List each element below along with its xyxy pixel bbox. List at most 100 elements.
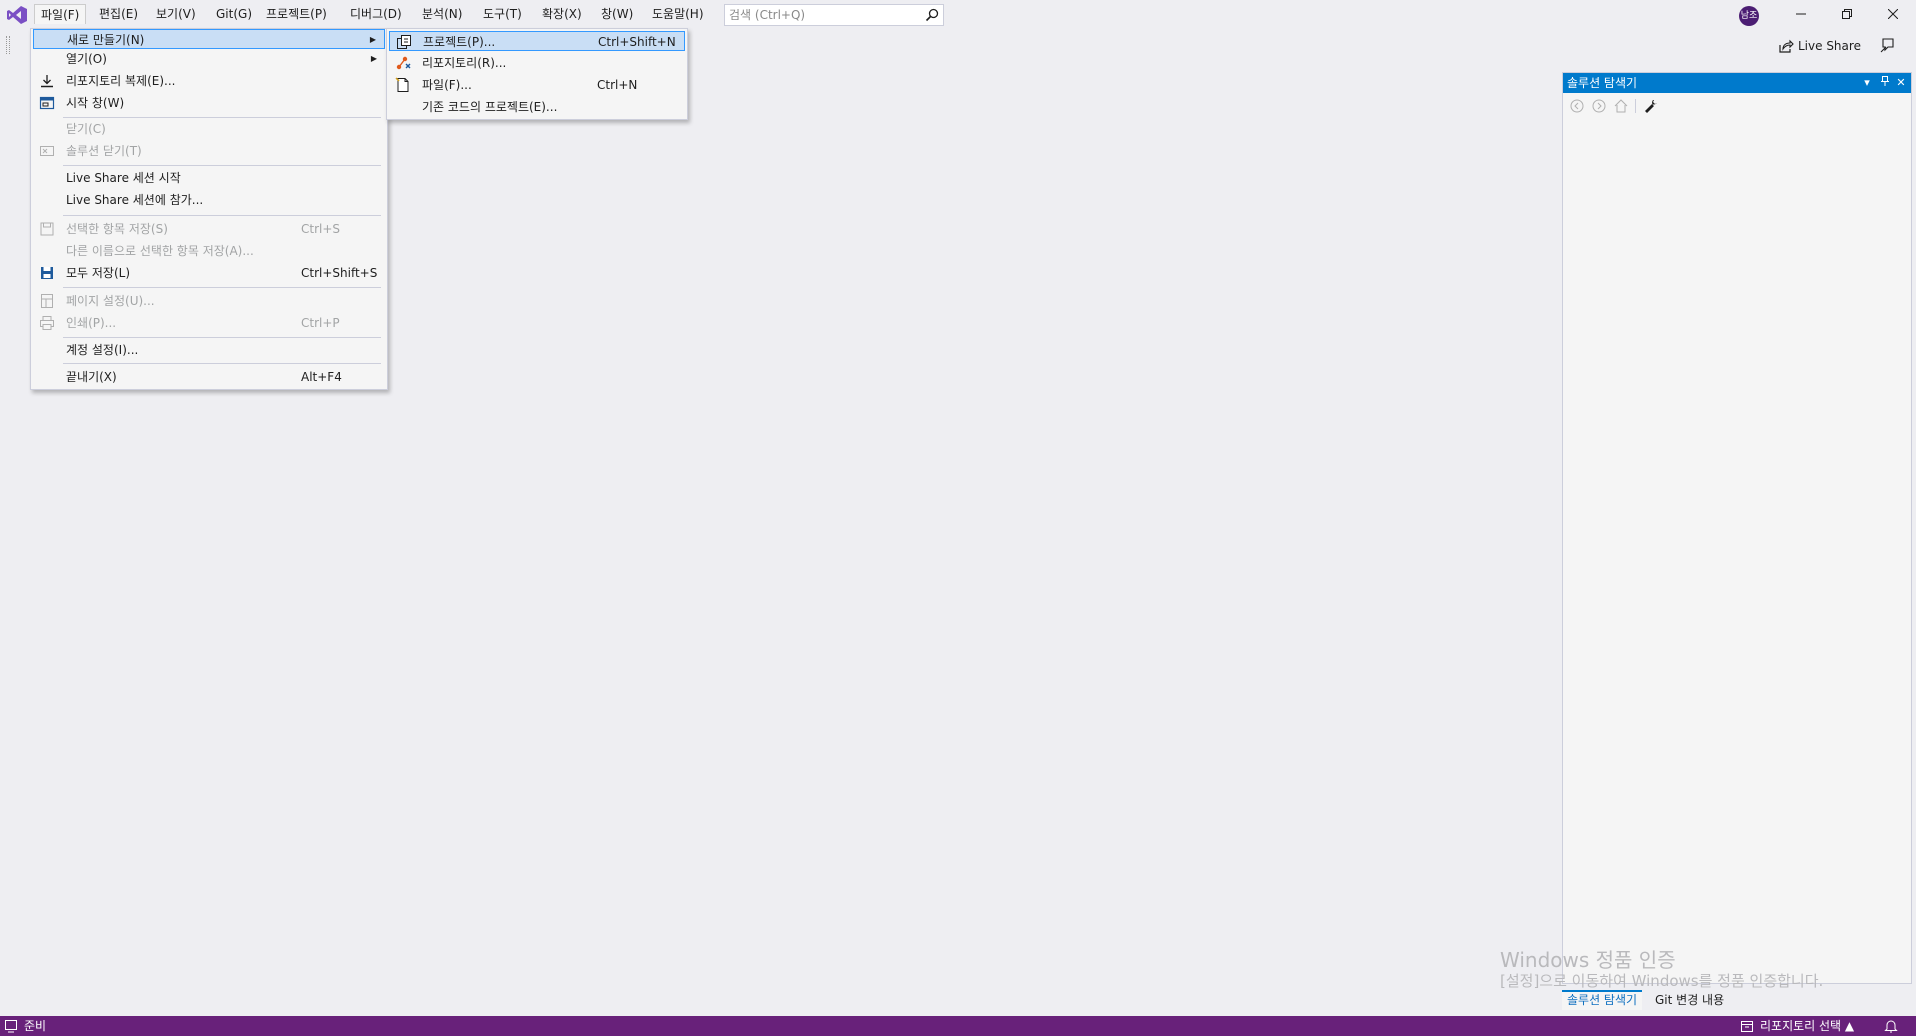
panel-title: 솔루션 탐색기 xyxy=(1567,76,1638,90)
shortcut-label: Alt+F4 xyxy=(301,370,342,384)
search-box[interactable] xyxy=(724,4,944,26)
menu-help[interactable]: 도움말(H) xyxy=(646,4,710,24)
shortcut-label: Ctrl+P xyxy=(301,316,340,330)
solution-explorer-title-bar[interactable]: 솔루션 탐색기 ▾ ✕ xyxy=(1563,73,1911,93)
menu-separator xyxy=(63,287,381,288)
menu-item-live-share-join[interactable]: Live Share 세션에 참가... xyxy=(33,190,385,210)
menu-item-start-window[interactable]: 시작 창(W) xyxy=(33,93,385,113)
menu-separator xyxy=(63,165,381,166)
toolbar-grip[interactable] xyxy=(6,36,10,54)
menu-project[interactable]: 프로젝트(P) xyxy=(260,4,333,24)
menu-item-clone-repository[interactable]: 리포지토리 복제(E)... xyxy=(33,71,385,91)
activation-watermark-title: Windows 정품 인증 xyxy=(1500,948,1676,972)
menu-item-label: 솔루션 닫기(T) xyxy=(66,144,142,158)
avatar[interactable]: 남조 xyxy=(1739,6,1759,26)
submenu-item-new-repository[interactable]: 리포지토리(R)... xyxy=(389,53,685,73)
menu-item-label: 인쇄(P)... xyxy=(66,316,117,330)
shortcut-label: Ctrl+Shift+S xyxy=(301,266,378,280)
live-share-label: Live Share xyxy=(1798,39,1861,53)
forward-icon[interactable] xyxy=(1591,98,1607,114)
close-icon[interactable]: ✕ xyxy=(1893,73,1909,93)
menu-item-page-setup[interactable]: 페이지 설정(U)... xyxy=(33,291,385,311)
notification-bell-icon[interactable] xyxy=(1884,1019,1898,1033)
menu-extensions[interactable]: 확장(X) xyxy=(536,4,588,24)
menu-separator xyxy=(63,117,381,118)
home-icon[interactable] xyxy=(1613,98,1629,114)
submenu-item-new-file[interactable]: 파일(F)... Ctrl+N xyxy=(389,75,685,95)
tab-git-changes[interactable]: Git 변경 내용 xyxy=(1650,990,1729,1010)
menu-item-save-all[interactable]: 모두 저장(L) Ctrl+Shift+S xyxy=(33,263,385,283)
submenu-item-new-project[interactable]: 프로젝트(P)... Ctrl+Shift+N xyxy=(389,31,685,51)
submenu-item-project-from-existing[interactable]: 기존 코드의 프로젝트(E)... xyxy=(389,97,685,117)
shortcut-label: Ctrl+N xyxy=(597,78,638,92)
menu-item-label: Live Share 세션에 참가... xyxy=(66,193,204,207)
menu-item-save-selected[interactable]: 선택한 항목 저장(S) Ctrl+S xyxy=(33,219,385,239)
menu-edit[interactable]: 편집(E) xyxy=(93,4,144,24)
repository-select-label: 리포지토리 선택 ▲ xyxy=(1760,1019,1855,1033)
menu-item-open[interactable]: 열기(O) ▶ xyxy=(33,49,385,69)
close-solution-icon xyxy=(40,146,54,156)
menu-analyze[interactable]: 분석(N) xyxy=(416,4,468,24)
search-input[interactable] xyxy=(729,7,919,23)
git-repository-icon xyxy=(396,56,411,70)
menu-window[interactable]: 창(W) xyxy=(595,4,639,24)
menu-item-account-settings[interactable]: 계정 설정(I)... xyxy=(33,340,385,360)
menu-item-label: 리포지토리(R)... xyxy=(422,56,507,70)
menu-separator xyxy=(63,337,381,338)
shortcut-label: Ctrl+Shift+N xyxy=(598,35,676,49)
menu-item-new[interactable]: 새로 만들기(N) ▶ xyxy=(33,29,385,49)
menu-item-label: 열기(O) xyxy=(66,52,107,66)
menu-item-label: 다른 이름으로 선택한 항목 저장(A)... xyxy=(66,244,254,258)
menu-item-print[interactable]: 인쇄(P)... Ctrl+P xyxy=(33,313,385,333)
submenu-arrow-icon: ▶ xyxy=(370,54,377,63)
menu-view[interactable]: 보기(V) xyxy=(150,4,202,24)
menu-item-label: 리포지토리 복제(E)... xyxy=(66,74,176,88)
restore-button[interactable] xyxy=(1824,0,1870,30)
download-icon xyxy=(41,75,53,88)
output-window-icon[interactable] xyxy=(4,1019,18,1033)
live-share-button[interactable]: Live Share xyxy=(1778,36,1861,56)
repository-icon xyxy=(1741,1021,1753,1032)
submenu-arrow-icon: ▶ xyxy=(369,35,376,44)
menu-item-label: 계정 설정(I)... xyxy=(66,343,139,357)
menu-item-label: 닫기(C) xyxy=(66,122,106,136)
menu-git[interactable]: Git(G) xyxy=(210,4,258,24)
feedback-icon[interactable] xyxy=(1880,37,1896,53)
menu-separator xyxy=(63,215,381,216)
new-file-icon xyxy=(395,77,409,92)
file-menu: 새로 만들기(N) ▶ 열기(O) ▶ 리포지토리 복제(E)... 시작 창(… xyxy=(30,28,388,390)
close-window-button[interactable] xyxy=(1870,0,1916,30)
solution-explorer-panel: 솔루션 탐색기 ▾ ✕ xyxy=(1562,72,1912,984)
menu-item-label: 선택한 항목 저장(S) xyxy=(66,222,168,236)
page-setup-icon xyxy=(41,294,53,308)
chevron-down-icon[interactable]: ▾ xyxy=(1859,73,1875,93)
menu-tools[interactable]: 도구(T) xyxy=(477,4,528,24)
menu-item-exit[interactable]: 끝내기(X) Alt+F4 xyxy=(33,367,385,387)
menu-item-label: Live Share 세션 시작 xyxy=(66,171,181,185)
menu-item-live-share-start[interactable]: Live Share 세션 시작 xyxy=(33,168,385,188)
menu-item-label: 페이지 설정(U)... xyxy=(66,294,155,308)
new-project-icon xyxy=(397,35,411,49)
menu-file[interactable]: 파일(F) xyxy=(34,4,87,24)
menu-item-close-solution[interactable]: 솔루션 닫기(T) xyxy=(33,141,385,161)
wrench-icon[interactable] xyxy=(1643,98,1659,114)
save-icon xyxy=(40,222,54,236)
menu-item-label: 기존 코드의 프로젝트(E)... xyxy=(422,100,558,114)
new-submenu: 프로젝트(P)... Ctrl+Shift+N 리포지토리(R)... 파일(F… xyxy=(386,28,688,120)
menu-item-label: 시작 창(W) xyxy=(66,96,125,110)
menu-item-label: 프로젝트(P)... xyxy=(423,35,496,49)
live-share-icon xyxy=(1779,39,1794,53)
menu-debug[interactable]: 디버그(D) xyxy=(344,4,408,24)
menu-item-label: 새로 만들기(N) xyxy=(67,33,145,47)
repository-select-button[interactable]: 리포지토리 선택 ▲ xyxy=(1740,1016,1854,1036)
menu-item-close[interactable]: 닫기(C) xyxy=(33,119,385,139)
save-all-icon xyxy=(41,267,53,279)
pin-icon[interactable] xyxy=(1877,73,1893,93)
menu-item-save-as[interactable]: 다른 이름으로 선택한 항목 저장(A)... xyxy=(33,241,385,261)
search-icon[interactable] xyxy=(925,8,939,22)
minimize-button[interactable] xyxy=(1778,0,1824,30)
back-icon[interactable] xyxy=(1569,98,1585,114)
status-bar: 준비 리포지토리 선택 ▲ xyxy=(0,1016,1916,1036)
activation-watermark-text: [설정]으로 이동하여 Windows를 정품 인증합니다. xyxy=(1500,972,1824,990)
tab-solution-explorer[interactable]: 솔루션 탐색기 xyxy=(1562,990,1643,1010)
